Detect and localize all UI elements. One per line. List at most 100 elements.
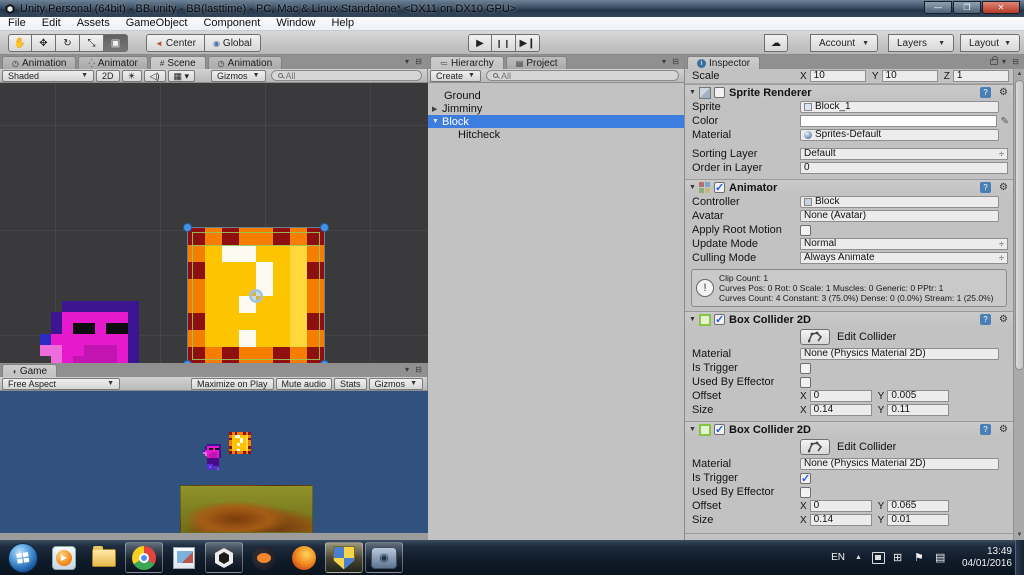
layers-dropdown[interactable]: Layers▼ (888, 34, 954, 52)
menu-edit[interactable]: Edit (34, 17, 69, 30)
hand-tool-button[interactable]: ✋ (8, 34, 32, 52)
sprite-object-field[interactable]: Block_1 (800, 101, 999, 113)
box-collider-1-header[interactable]: ▼ Box Collider 2D ? ⚙ (685, 311, 1013, 327)
layout-dropdown[interactable]: Layout▼ (960, 34, 1020, 52)
menu-window[interactable]: Window (268, 17, 323, 30)
taskbar-wmp-icon[interactable]: ▶ (45, 542, 83, 573)
component-enabled-checkbox[interactable] (714, 314, 725, 325)
scrollbar-thumb[interactable] (1015, 80, 1024, 370)
gizmos-dropdown[interactable]: Gizmos▼ (211, 70, 265, 82)
help-icon[interactable]: ? (980, 87, 991, 98)
gear-icon[interactable]: ⚙ (999, 87, 1008, 98)
taskbar-chrome-icon[interactable] (125, 542, 163, 573)
size-y-field[interactable]: 0.01 (887, 514, 949, 526)
action-center-flag-icon[interactable]: ⚑ (914, 552, 927, 564)
collider-material-field[interactable]: None (Physics Material 2D) (800, 348, 999, 360)
gear-icon[interactable]: ⚙ (999, 182, 1008, 193)
scale-tool-button[interactable]: ⤡ (80, 34, 104, 52)
pivot-gizmo[interactable] (249, 289, 263, 303)
edit-collider-button[interactable] (800, 329, 830, 345)
help-icon[interactable]: ? (980, 424, 991, 435)
edit-collider-button[interactable] (800, 439, 830, 455)
rect-tool-button[interactable]: ▣ (104, 34, 128, 52)
culling-mode-dropdown[interactable]: Always Animate÷ (800, 252, 1008, 264)
scroll-up-icon[interactable]: ▲ (1014, 69, 1024, 79)
hidden-icons-chevron[interactable]: ▲ (855, 554, 862, 561)
windows-update-icon[interactable]: ⊞ (893, 552, 906, 564)
foldout-expanded-icon[interactable]: ▼ (689, 184, 699, 191)
effects-dropdown-button[interactable]: ▦ ▾ (168, 70, 196, 82)
component-enabled-checkbox[interactable] (714, 424, 725, 435)
selection-handle-tr[interactable] (320, 223, 329, 232)
box-collider-2-header[interactable]: ▼ Box Collider 2D ? ⚙ (685, 421, 1013, 437)
gear-icon[interactable]: ⚙ (999, 314, 1008, 325)
lighting-toggle-button[interactable]: ☀ (122, 70, 142, 82)
tab-animation-1[interactable]: ◷Animation (2, 56, 76, 69)
minimize-button[interactable]: — (924, 1, 952, 14)
network-icon[interactable] (872, 552, 885, 564)
audio-toggle-button[interactable]: ◁) (144, 70, 166, 82)
taskbar-explorer-icon[interactable] (85, 542, 123, 573)
offset-x-field[interactable]: 0 (810, 390, 872, 402)
account-dropdown[interactable]: Account▼ (810, 34, 878, 52)
sprite-renderer-header[interactable]: ▼ Sprite Renderer ? ⚙ (685, 84, 1013, 100)
help-icon[interactable]: ? (980, 314, 991, 325)
used-by-effector-checkbox[interactable] (800, 377, 811, 388)
is-trigger-checkbox[interactable] (800, 363, 811, 374)
stats-button[interactable]: Stats (334, 378, 367, 390)
scale-z-field[interactable]: 1 (953, 70, 1009, 82)
taskbar-uac-shield-icon[interactable] (325, 542, 363, 573)
tab-scene[interactable]: #Scene (150, 56, 206, 69)
panel-menu-icon[interactable]: ▾ ⊟ (405, 365, 424, 374)
show-desktop-button[interactable] (1015, 540, 1024, 575)
hierarchy-search-field[interactable] (486, 70, 679, 81)
animator-header[interactable]: ▼ Animator ? ⚙ (685, 179, 1013, 195)
foldout-expanded-icon[interactable]: ▼ (432, 118, 442, 125)
maximize-on-play-button[interactable]: Maximize on Play (191, 378, 274, 390)
hierarchy-item-hitcheck[interactable]: Hitcheck (428, 128, 684, 141)
taskbar-paint-icon[interactable] (165, 542, 203, 573)
panel-menu-icon[interactable]: ▾ ⊟ (662, 57, 681, 66)
eyedropper-icon[interactable]: ✎ (1001, 116, 1009, 127)
foldout-collapsed-icon[interactable]: ▶ (432, 105, 442, 113)
scene-viewport[interactable] (0, 83, 428, 363)
component-enabled-checkbox[interactable] (714, 182, 725, 193)
foldout-expanded-icon[interactable]: ▼ (689, 89, 699, 96)
order-in-layer-field[interactable]: 0 (800, 162, 1008, 174)
lock-icon[interactable] (990, 59, 998, 65)
update-mode-dropdown[interactable]: Normal÷ (800, 238, 1008, 250)
size-x-field[interactable]: 0.14 (810, 404, 872, 416)
tab-game[interactable]: ◖Game (2, 364, 57, 377)
hierarchy-search-input[interactable] (501, 71, 672, 81)
offset-y-field[interactable]: 0.065 (887, 500, 949, 512)
offset-x-field[interactable]: 0 (810, 500, 872, 512)
taskbar-unity-icon[interactable] (205, 542, 243, 573)
color-swatch[interactable] (800, 115, 997, 127)
move-tool-button[interactable]: ✥ (32, 34, 56, 52)
foldout-expanded-icon[interactable]: ▼ (689, 426, 699, 433)
taskbar-firefox-icon[interactable] (285, 542, 323, 573)
game-viewport[interactable] (0, 391, 428, 533)
aspect-dropdown[interactable]: Free Aspect▼ (2, 378, 120, 390)
offset-y-field[interactable]: 0.005 (887, 390, 949, 402)
help-icon[interactable]: ? (980, 182, 991, 193)
rotate-tool-button[interactable]: ↻ (56, 34, 80, 52)
hierarchy-item-block[interactable]: ▼Block (428, 115, 684, 128)
size-y-field[interactable]: 0.11 (887, 404, 949, 416)
scroll-down-icon[interactable]: ▼ (1014, 530, 1024, 540)
taskbar-blender-icon[interactable] (245, 542, 283, 573)
size-x-field[interactable]: 0.14 (810, 514, 872, 526)
tab-project[interactable]: ▤Project (506, 56, 568, 69)
pivot-center-button[interactable]: ◄Center (146, 34, 205, 52)
pivot-global-button[interactable]: ◉Global (205, 34, 261, 52)
collider-material-field[interactable]: None (Physics Material 2D) (800, 458, 999, 470)
scene-search-input[interactable] (286, 71, 416, 81)
taskbar-clock[interactable]: 13:49 04/01/2016 (962, 546, 1012, 570)
is-trigger-checkbox[interactable] (800, 473, 811, 484)
panel-menu-icon[interactable]: ▾ ⊟ (1002, 57, 1021, 66)
character-sprite[interactable] (40, 301, 150, 363)
scale-x-field[interactable]: 10 (810, 70, 866, 82)
sorting-layer-dropdown[interactable]: Default÷ (800, 148, 1008, 160)
pause-button[interactable]: ❙❙ (492, 34, 516, 52)
used-by-effector-checkbox[interactable] (800, 487, 811, 498)
